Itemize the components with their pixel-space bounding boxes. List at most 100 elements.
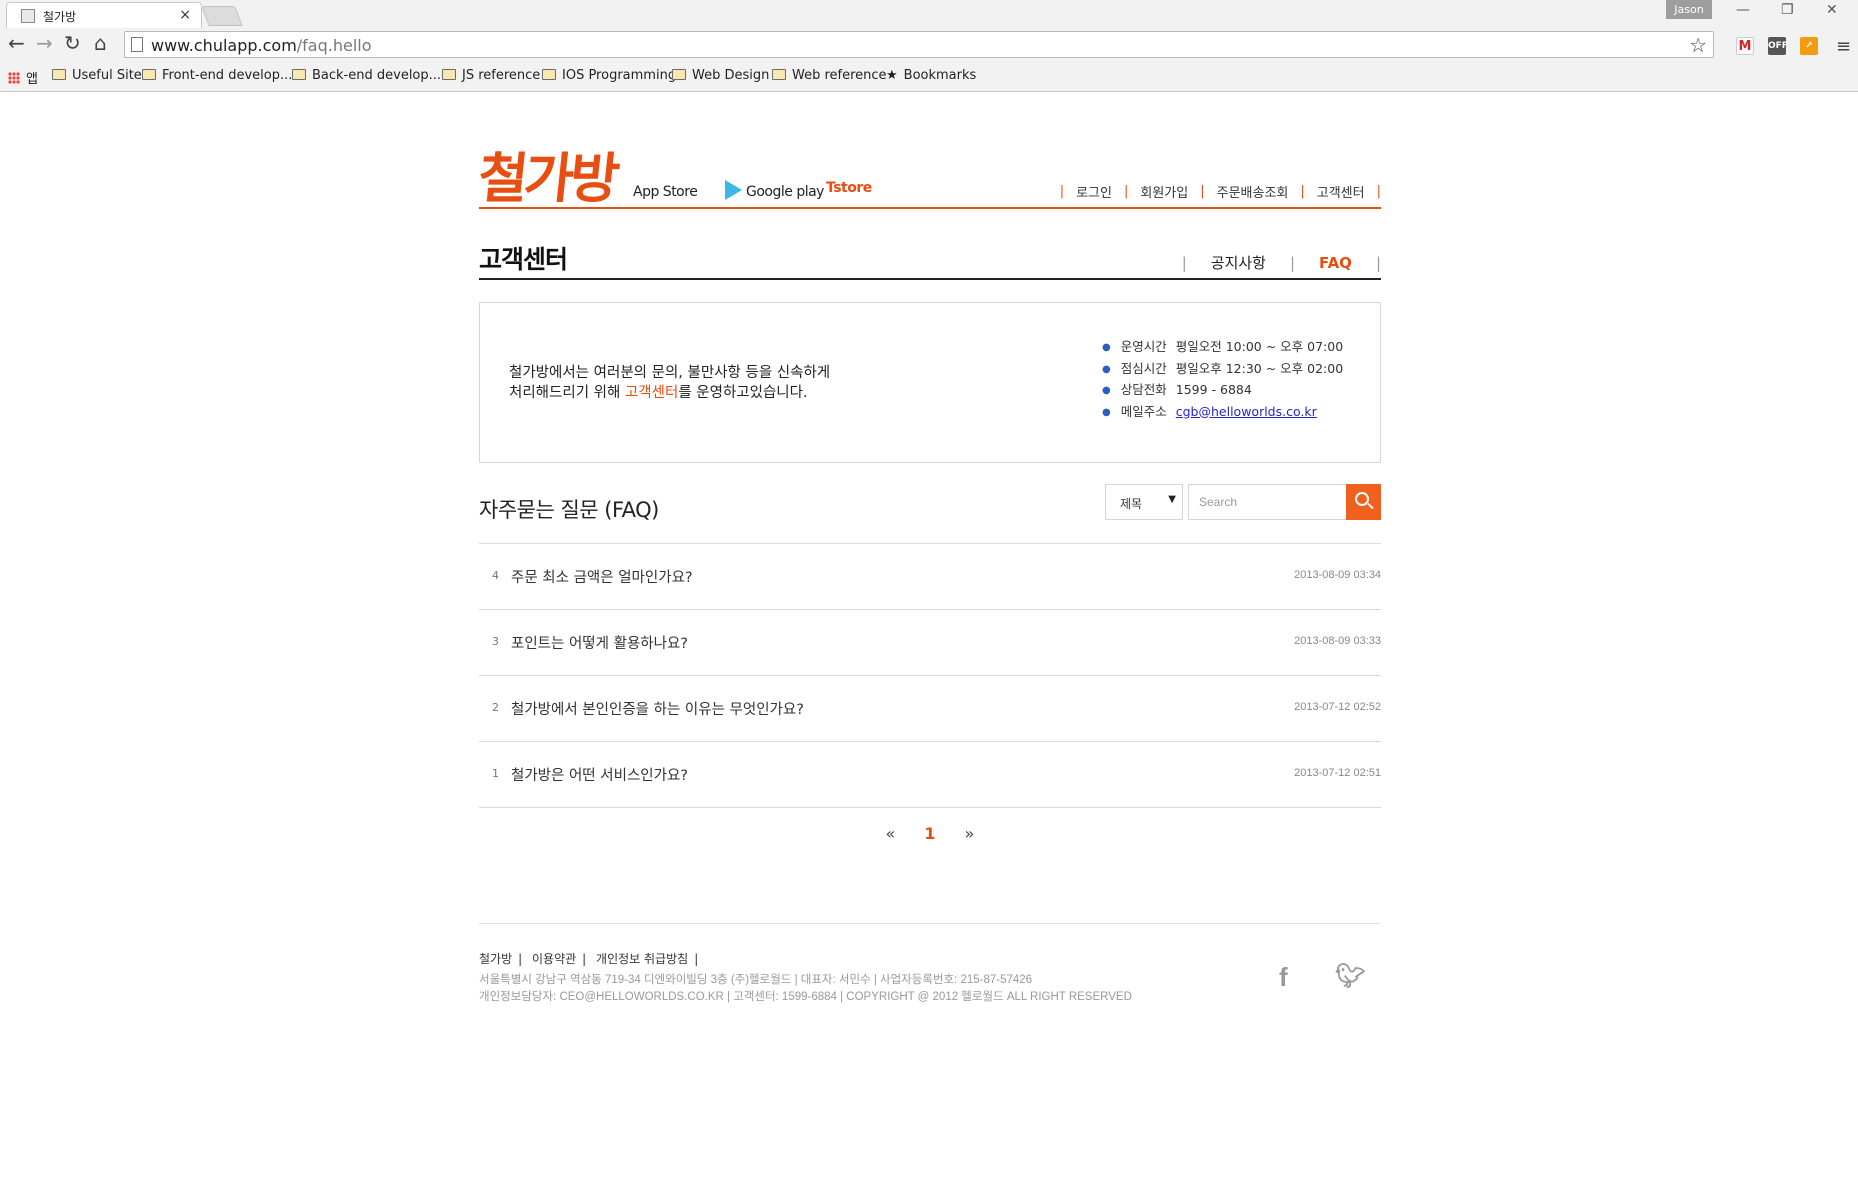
profile-button[interactable]: Jason	[1666, 0, 1712, 19]
search-button[interactable]	[1346, 484, 1381, 520]
faq-number: 1	[492, 767, 499, 780]
folder-icon	[292, 69, 306, 80]
star-icon: ★	[886, 68, 898, 83]
browser-tab[interactable]: 철가방 ×	[6, 2, 202, 28]
bookmark-back-end[interactable]: Back-end develop...	[292, 68, 441, 83]
site-logo[interactable]: 철가방	[475, 134, 620, 213]
nav-signup[interactable]: 회원가입	[1140, 182, 1188, 201]
faq-row[interactable]: 3 포인트는 어떻게 활용하나요? 2013-08-09 03:33	[479, 610, 1381, 676]
footer-links: 철가방 | 이용약관 | 개인정보 취급방침 |	[479, 952, 699, 966]
reload-icon[interactable]: ↻	[64, 33, 81, 53]
top-nav: | 로그인 | 회원가입 | 주문배송조회 | 고객센터 |	[1059, 182, 1381, 201]
faq-row[interactable]: 2 철가방에서 본인인증을 하는 이유는 무엇인가요? 2013-07-12 0…	[479, 676, 1381, 742]
footer-link-home[interactable]: 철가방	[479, 952, 512, 966]
contact-info-list: ● 운영시간 평일오전 10:00 ~ 오후 07:00 ● 점심시간 평일오후 12:…	[1102, 336, 1343, 422]
google-play-icon	[725, 180, 742, 200]
folder-icon	[142, 69, 156, 80]
info-phone: ● 상담전화 1599 - 6884	[1102, 382, 1252, 397]
restore-icon[interactable]: ❐	[1781, 2, 1794, 18]
faq-number: 4	[492, 569, 499, 582]
browser-toolbar: ← → ↻ ⌂ www.chulapp.com/faq.hello ☆ M OF…	[0, 28, 1858, 62]
menu-icon[interactable]: ≡	[1836, 36, 1851, 57]
next-page-button[interactable]: »	[965, 824, 975, 843]
forward-icon[interactable]: →	[36, 33, 53, 53]
google-play-link[interactable]: Google play	[725, 180, 824, 200]
favicon-icon	[21, 9, 35, 23]
faq-number: 3	[492, 635, 499, 648]
faq-list: 4 주문 최소 금액은 얼마인가요? 2013-08-09 03:34 3 포인…	[479, 544, 1381, 808]
nav-order-tracking[interactable]: 주문배송조회	[1217, 182, 1289, 201]
url-text: www.chulapp.com/faq.hello	[151, 36, 372, 55]
bookmark-ios-programming[interactable]: IOS Programming	[542, 68, 676, 83]
bookmark-useful-site[interactable]: Useful Site	[52, 68, 142, 83]
privacy-contact: 개인정보담당자: CEO@HELLOWORLDS.CO.KR | 고객센터: 1…	[479, 991, 1132, 1003]
bookmark-apps[interactable]: 앱	[8, 68, 38, 87]
tab-strip: 철가방 × Jason — ❐ ✕	[0, 0, 1858, 28]
faq-question[interactable]: 포인트는 어떻게 활용하나요?	[511, 632, 688, 653]
search-input[interactable]	[1188, 484, 1348, 520]
app-store-link[interactable]: App Store	[631, 180, 698, 204]
new-tab-button[interactable]	[201, 6, 243, 26]
facebook-icon[interactable]: f	[1279, 962, 1288, 993]
tab-close-icon[interactable]: ×	[179, 7, 191, 23]
customer-center-info-box: 철가방에서는 여러분의 문의, 불만사항 등을 신속하게 처리해드리기 위해 고…	[479, 302, 1381, 463]
tab-faq[interactable]: FAQ	[1319, 254, 1352, 272]
folder-icon	[52, 69, 66, 80]
bookmarks-bar: 앱 Useful Site Front-end develop... Back-…	[0, 62, 1858, 90]
header-divider	[479, 207, 1381, 209]
bookmark-web-reference[interactable]: Web reference	[772, 68, 887, 83]
folder-icon	[542, 69, 556, 80]
faq-question[interactable]: 철가방에서 본인인증을 하는 이유는 무엇인가요?	[511, 698, 804, 719]
bookmark-star-icon[interactable]: ☆	[1689, 33, 1707, 57]
footer-address: 서울특별시 강남구 역삼동 719-34 디엔와이빌딩 3층 (주)헬로월드 |…	[479, 972, 1132, 1006]
info-lunch: ● 점심시간 평일오후 12:30 ~ 오후 02:00	[1102, 360, 1344, 376]
home-icon[interactable]: ⌂	[94, 33, 107, 53]
tab-title: 철가방	[43, 10, 77, 24]
sub-nav: | 공지사항 | FAQ |	[1181, 252, 1381, 273]
dropdown-arrow-icon: ▼	[1168, 494, 1176, 505]
analytics-extension-icon[interactable]: ↗	[1800, 37, 1818, 55]
footer-divider	[479, 923, 1381, 924]
email-link[interactable]: cgb@helloworlds.co.kr	[1176, 404, 1317, 419]
company-address: 서울특별시 강남구 역삼동 719-34 디엔와이빌딩 3층 (주)헬로월드 |…	[479, 974, 1033, 986]
faq-date: 2013-07-12 02:52	[1294, 701, 1381, 713]
faq-date: 2013-08-09 03:34	[1294, 569, 1381, 581]
bookmark-front-end[interactable]: Front-end develop...	[142, 68, 292, 83]
tab-notice[interactable]: 공지사항	[1211, 252, 1266, 273]
close-window-icon[interactable]: ✕	[1826, 2, 1838, 18]
title-divider	[479, 278, 1381, 280]
faq-question[interactable]: 주문 최소 금액은 얼마인가요?	[511, 566, 693, 587]
faq-number: 2	[492, 701, 499, 714]
faq-row[interactable]: 4 주문 최소 금액은 얼마인가요? 2013-08-09 03:34	[479, 544, 1381, 610]
bookmark-web-design[interactable]: Web Design	[672, 68, 769, 83]
gmail-icon[interactable]: M	[1736, 37, 1754, 55]
faq-row[interactable]: 1 철가방은 어떤 서비스인가요? 2013-07-12 02:51	[479, 742, 1381, 808]
browser-chrome: 철가방 × Jason — ❐ ✕ ← → ↻ ⌂ www.chulapp.co…	[0, 0, 1858, 92]
folder-icon	[772, 69, 786, 80]
prev-page-button[interactable]: «	[886, 824, 896, 843]
faq-question[interactable]: 철가방은 어떤 서비스인가요?	[511, 764, 688, 785]
info-email: ● 메일주소 cgb@helloworlds.co.kr	[1102, 403, 1317, 419]
web-page: 철가방 App Store Google play Tstore | 로그인 |…	[0, 92, 1858, 1200]
folder-icon	[672, 69, 686, 80]
current-page[interactable]: 1	[924, 824, 935, 843]
footer-link-privacy[interactable]: 개인정보 취급방침	[596, 952, 688, 966]
tstore-link[interactable]: Tstore	[826, 180, 872, 196]
twitter-icon[interactable]: 🐦︎	[1335, 962, 1365, 990]
footer-link-terms[interactable]: 이용약관	[532, 952, 576, 966]
pagination: « 1 »	[479, 824, 1381, 843]
nav-customer-center[interactable]: 고객센터	[1317, 182, 1365, 201]
nav-login[interactable]: 로그인	[1076, 182, 1112, 201]
faq-date: 2013-07-12 02:51	[1294, 767, 1381, 779]
minimize-icon[interactable]: —	[1736, 2, 1750, 18]
folder-icon	[442, 69, 456, 80]
back-icon[interactable]: ←	[8, 33, 25, 53]
address-bar[interactable]: www.chulapp.com/faq.hello ☆	[124, 31, 1714, 58]
apps-icon	[8, 72, 20, 84]
bookmark-bookmarks[interactable]: ★ Bookmarks	[886, 68, 976, 83]
info-description: 철가방에서는 여러분의 문의, 불만사항 등을 신속하게 처리해드리기 위해 고…	[509, 365, 831, 401]
search-field-select[interactable]: 제목 ▼	[1105, 484, 1183, 520]
info-hours: ● 운영시간 평일오전 10:00 ~ 오후 07:00	[1102, 339, 1344, 354]
extension-off-icon[interactable]: OFF	[1768, 37, 1788, 55]
bookmark-js-reference[interactable]: JS reference	[442, 68, 540, 83]
